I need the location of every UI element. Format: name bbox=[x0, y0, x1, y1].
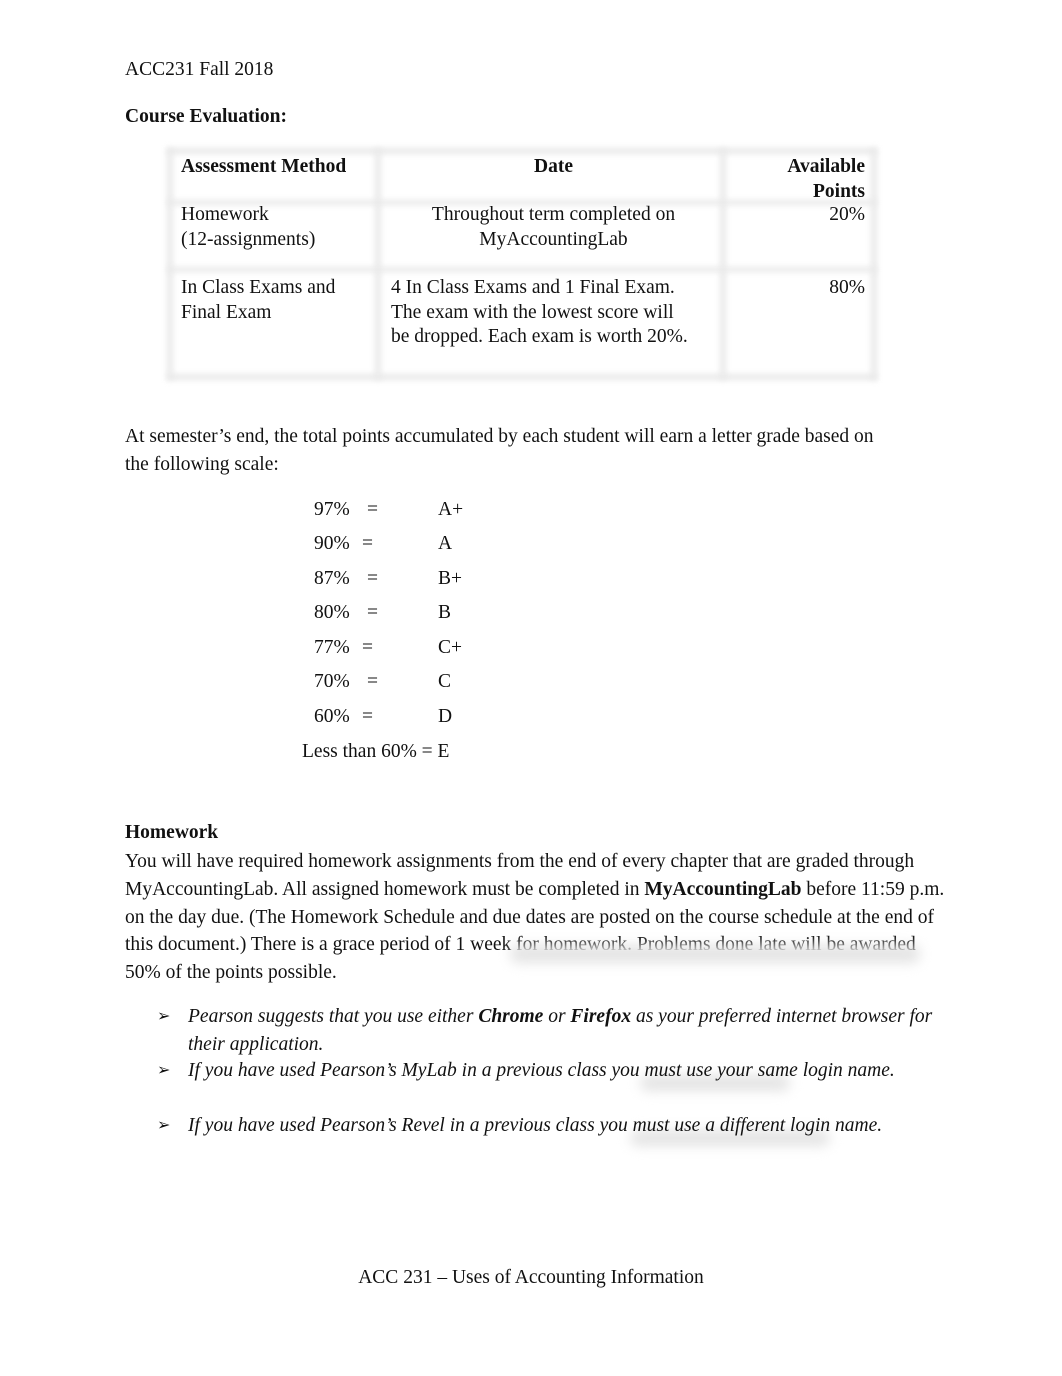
homework-platform-name: MyAccountingLab bbox=[644, 878, 802, 900]
arrow-bullet-icon: ➢ bbox=[157, 1117, 171, 1134]
arrow-bullet-icon: ➢ bbox=[157, 1062, 171, 1079]
arrow-bullet-icon: ➢ bbox=[157, 1008, 171, 1025]
document-header: ACC231 Fall 2018 bbox=[125, 59, 274, 80]
row-date-homework: Throughout term completed on MyAccountin… bbox=[381, 203, 726, 252]
table-border-bottom bbox=[167, 374, 877, 380]
row-date-line: Throughout term completed on bbox=[431, 204, 676, 225]
grade-letter: B bbox=[438, 602, 452, 623]
grading-intro-line: At semester’s end, the total points accu… bbox=[125, 426, 874, 447]
grade-percent: 90% bbox=[314, 533, 350, 554]
row-date-line: MyAccountingLab bbox=[479, 228, 628, 250]
grade-equals: = bbox=[362, 637, 373, 658]
grade-row-failing: Less than 60% = E bbox=[302, 741, 450, 762]
grade-letter: D bbox=[438, 706, 453, 727]
grade-letter: A bbox=[438, 533, 453, 554]
grade-equals: = bbox=[367, 602, 378, 623]
grade-percent: 77% bbox=[314, 637, 350, 658]
scan-artifact bbox=[510, 945, 920, 963]
grading-intro: At semester’s end, the total points accu… bbox=[125, 423, 940, 479]
grade-letter: A+ bbox=[438, 499, 464, 520]
table-row-divider-2 bbox=[167, 267, 877, 272]
homework-title: Homework bbox=[125, 822, 219, 843]
course-evaluation-title: Course Evaluation: bbox=[125, 106, 287, 127]
grade-percent: 97% bbox=[314, 499, 350, 520]
homework-paragraph: You will have required homework assignme… bbox=[125, 848, 945, 987]
grade-percent: 70% bbox=[314, 671, 350, 692]
bullet-text-part: Pearson suggests that you use either bbox=[188, 1006, 479, 1027]
bullet-text-part: or bbox=[543, 1006, 571, 1027]
browser-chrome: Chrome bbox=[478, 1006, 544, 1027]
row-points-homework: 20% bbox=[829, 204, 865, 225]
browser-firefox: Firefox bbox=[570, 1006, 632, 1027]
grade-letter: B+ bbox=[438, 568, 463, 589]
table-row-exams: In Class Exams and Final Exam bbox=[181, 276, 335, 325]
grading-intro-line: the following scale: bbox=[125, 454, 279, 475]
row-points-exams: 80% bbox=[829, 277, 865, 298]
bullet-text: Pearson suggests that you use either Chr… bbox=[188, 1003, 958, 1059]
row-method-line: Homework bbox=[181, 204, 269, 225]
table-border-right bbox=[871, 148, 877, 380]
row-method-line: In Class Exams and bbox=[181, 277, 336, 298]
table-border-left bbox=[167, 148, 173, 380]
bullet-text: If you have used Pearson’s Revel in a pr… bbox=[188, 1115, 883, 1136]
grade-equals: = bbox=[367, 499, 378, 520]
header-date: Date bbox=[534, 156, 573, 177]
bullet-text: If you have used Pearson’s MyLab in a pr… bbox=[188, 1060, 895, 1081]
row-method-line: (12-assignments) bbox=[181, 228, 316, 250]
grade-percent: 80% bbox=[314, 602, 350, 623]
row-date-line: The exam with the lowest score will bbox=[391, 301, 674, 323]
header-assessment-method: Assessment Method bbox=[181, 156, 347, 177]
grade-equals: = bbox=[362, 706, 373, 727]
grade-letter: C+ bbox=[438, 637, 463, 658]
grade-percent: 87% bbox=[314, 568, 350, 589]
grade-equals: = bbox=[367, 568, 378, 589]
grade-equals: = bbox=[367, 671, 378, 692]
row-date-line: be dropped. Each exam is worth 20%. bbox=[391, 326, 688, 347]
page-footer: ACC 231 – Uses of Accounting Information bbox=[358, 1267, 704, 1288]
row-date-line: 4 In Class Exams and 1 Final Exam. bbox=[391, 277, 675, 298]
row-method-line: Final Exam bbox=[181, 301, 272, 323]
grade-percent: 60% bbox=[314, 706, 350, 727]
grade-letter: C bbox=[438, 671, 452, 692]
evaluation-table: Assessment Method Date Available Points … bbox=[167, 148, 877, 380]
header-available-points: Available Points bbox=[787, 156, 865, 202]
grade-equals: = bbox=[362, 533, 373, 554]
table-col-divider-1 bbox=[375, 148, 381, 380]
table-row-homework: Homework (12-assignments) bbox=[181, 203, 315, 252]
row-date-exams: 4 In Class Exams and 1 Final Exam. The e… bbox=[391, 276, 721, 350]
table-border-top bbox=[167, 148, 877, 154]
